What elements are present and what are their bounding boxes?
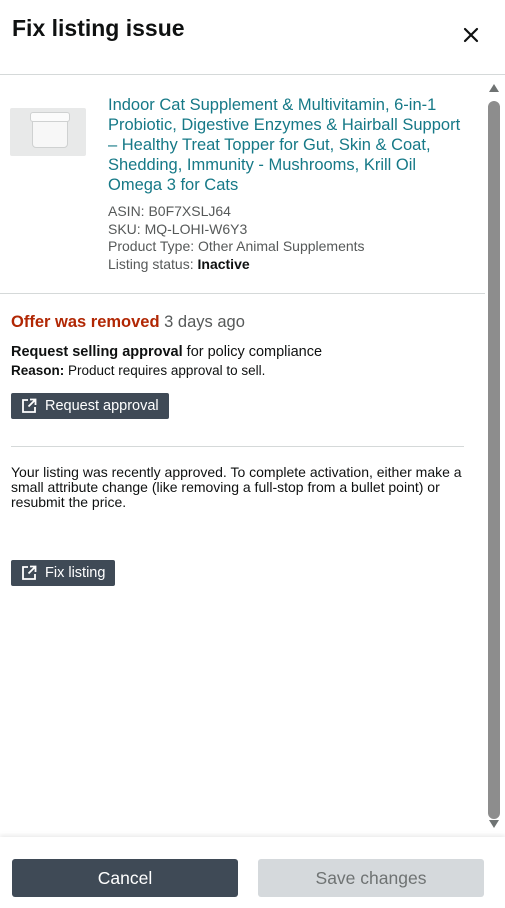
scroll-down-arrow-icon[interactable] <box>489 820 499 828</box>
request-heading: Request selling approval for policy comp… <box>11 344 471 360</box>
fix-listing-button[interactable]: Fix listing <box>11 560 116 586</box>
modal-title: Fix listing issue <box>12 15 185 41</box>
product-summary: Indoor Cat Supplement & Multivitamin, 6-… <box>0 75 485 294</box>
offer-removed-label: Offer was removed <box>11 313 160 331</box>
scroll-up-arrow-icon[interactable] <box>489 84 499 92</box>
request-heading-bold: Request selling approval <box>11 344 183 360</box>
listing-status: Listing status: Inactive <box>108 256 365 274</box>
save-changes-button[interactable]: Save changes <box>258 859 484 897</box>
product-image <box>10 108 86 156</box>
product-lid-shape <box>30 112 70 122</box>
product-meta: ASIN: B0F7XSLJ64 SKU: MQ-LOHI-W6Y3 Produ… <box>108 203 365 273</box>
sku: SKU: MQ-LOHI-W6Y3 <box>108 220 248 237</box>
activation-note: Your listing was recently approved. To c… <box>11 464 462 510</box>
external-link-icon <box>22 565 37 580</box>
request-approval-label: Request approval <box>45 398 159 414</box>
modal-header: Fix listing issue <box>0 0 505 75</box>
request-heading-rest: for policy compliance <box>182 344 323 360</box>
product-title-link[interactable]: Indoor Cat Supplement & Multivitamin, 6-… <box>108 95 470 195</box>
listing-status-value: Inactive <box>197 255 250 272</box>
product-type: Product Type: Other Animal Supplements <box>108 238 365 254</box>
modal-footer: Cancel Save changes <box>0 837 505 908</box>
section-divider <box>11 446 464 447</box>
cancel-button[interactable]: Cancel <box>12 859 238 897</box>
time-ago: 3 days ago <box>164 313 245 331</box>
close-button[interactable] <box>458 22 484 48</box>
reason-label: Reason: <box>11 363 65 378</box>
request-approval-button[interactable]: Request approval <box>11 393 169 419</box>
reason-text: Product requires approval to sell. <box>64 363 266 378</box>
scrollbar-thumb[interactable] <box>488 101 500 819</box>
listing-status-label: Listing status: <box>108 255 198 272</box>
fix-listing-label: Fix listing <box>45 565 106 581</box>
issue-section: Offer was removed 3 days ago Request sel… <box>11 313 471 378</box>
external-link-icon <box>22 398 37 413</box>
scrollbar[interactable] <box>486 80 502 836</box>
asin: ASIN: B0F7XSLJ64 <box>108 203 231 219</box>
modal-body: Indoor Cat Supplement & Multivitamin, 6-… <box>0 75 485 837</box>
close-icon <box>463 27 479 43</box>
reason: Reason: Product requires approval to sel… <box>11 363 471 378</box>
offer-status: Offer was removed 3 days ago <box>11 313 471 332</box>
